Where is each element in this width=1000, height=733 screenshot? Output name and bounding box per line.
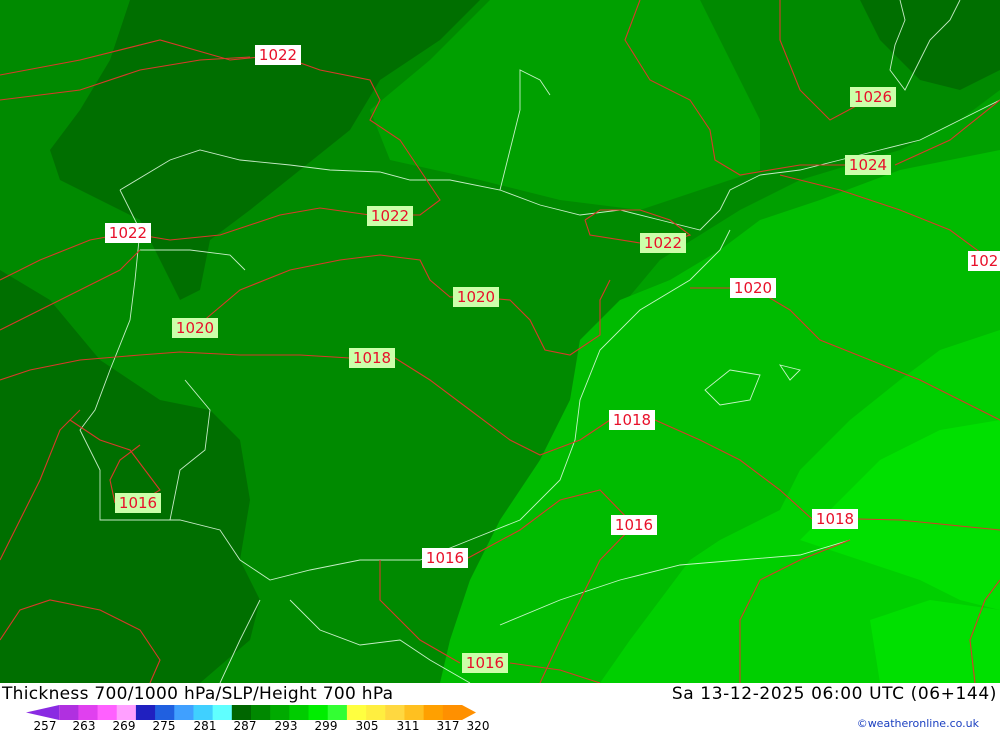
legend-swatch	[78, 705, 99, 720]
svg-text:1022: 1022	[259, 46, 297, 64]
legend-swatch	[174, 705, 194, 720]
legend-tick: 320	[466, 719, 490, 733]
svg-text:102: 102	[970, 252, 999, 270]
legend-swatch	[97, 705, 118, 720]
legend-swatch	[423, 705, 444, 720]
legend-swatch	[327, 705, 348, 720]
legend-tick: 311	[396, 719, 420, 733]
isobar-label: 1022	[105, 223, 151, 243]
legend-swatch	[442, 705, 476, 720]
legend-tick: 317	[436, 719, 460, 733]
legend-tick: 281	[193, 719, 217, 733]
map-title: Thickness 700/1000 hPa/SLP/Height 700 hP…	[2, 684, 394, 704]
isobar-label: 1026	[850, 87, 896, 107]
svg-text:1020: 1020	[176, 319, 214, 337]
svg-text:1018: 1018	[613, 411, 651, 429]
svg-text:1016: 1016	[466, 654, 504, 672]
isobar-label: 1022	[640, 233, 686, 253]
map-footer: Thickness 700/1000 hPa/SLP/Height 700 hP…	[0, 683, 1000, 733]
credit-link[interactable]: ©weatheronline.co.uk	[857, 717, 979, 730]
isobar-label: 1020	[453, 287, 499, 307]
legend-swatch	[251, 705, 271, 720]
legend-swatch	[346, 705, 367, 720]
svg-text:1016: 1016	[119, 494, 157, 512]
svg-text:1026: 1026	[854, 88, 892, 106]
legend-swatch	[26, 705, 60, 720]
valid-time: Sa 13-12-2025 06:00 UTC (06+144)	[671, 684, 997, 704]
legend-tick: 257	[33, 719, 57, 733]
legend-tick: 263	[72, 719, 96, 733]
legend-swatch	[366, 705, 386, 720]
isobar-label: 1016	[611, 515, 657, 535]
isobar-label: 1016	[462, 653, 508, 673]
legend-tick: 287	[233, 719, 257, 733]
legend-tick: 305	[355, 719, 379, 733]
isobar-label: 1016	[115, 493, 161, 513]
legend-swatch	[116, 705, 137, 720]
isobar-label: 102	[968, 251, 1000, 271]
isobar-label: 1022	[367, 206, 413, 226]
isobar-label: 1022	[255, 45, 301, 65]
legend-tick: 269	[112, 719, 136, 733]
svg-text:1022: 1022	[109, 224, 147, 242]
legend-swatch	[385, 705, 405, 720]
legend-swatch	[289, 705, 310, 720]
legend-tick: 275	[152, 719, 176, 733]
legend-swatch	[193, 705, 214, 720]
isobar-label: 1020	[172, 318, 218, 338]
svg-text:1018: 1018	[816, 510, 854, 528]
isobar-label: 1016	[422, 548, 468, 568]
legend-tick: 293	[274, 719, 298, 733]
svg-text:1020: 1020	[734, 279, 772, 297]
isobar-label: 1018	[812, 509, 858, 529]
isobar-label: 1020	[730, 278, 776, 298]
legend-swatch	[270, 705, 290, 720]
legend-swatch	[212, 705, 233, 720]
thickness-map: 1022 1022 1022 1022 1026 1024 102 1020 1…	[0, 0, 1000, 683]
svg-text:1016: 1016	[615, 516, 653, 534]
legend-swatch	[231, 705, 252, 720]
legend-swatch	[155, 705, 175, 720]
isobar-label: 1018	[609, 410, 655, 430]
legend-ticks: 257 263 269 275 281 287 293 299 305 311 …	[0, 719, 520, 733]
isobar-label: 1024	[845, 155, 891, 175]
isobar-label: 1018	[349, 348, 395, 368]
svg-text:1016: 1016	[426, 549, 464, 567]
svg-text:1022: 1022	[644, 234, 682, 252]
legend-swatch	[135, 705, 156, 720]
legend-swatch	[59, 705, 79, 720]
svg-text:1020: 1020	[457, 288, 495, 306]
svg-text:1018: 1018	[353, 349, 391, 367]
svg-text:1024: 1024	[849, 156, 887, 174]
legend-swatch	[308, 705, 329, 720]
svg-text:1022: 1022	[371, 207, 409, 225]
legend-swatch	[404, 705, 425, 720]
legend-tick: 299	[314, 719, 338, 733]
color-scale-legend	[26, 705, 476, 720]
